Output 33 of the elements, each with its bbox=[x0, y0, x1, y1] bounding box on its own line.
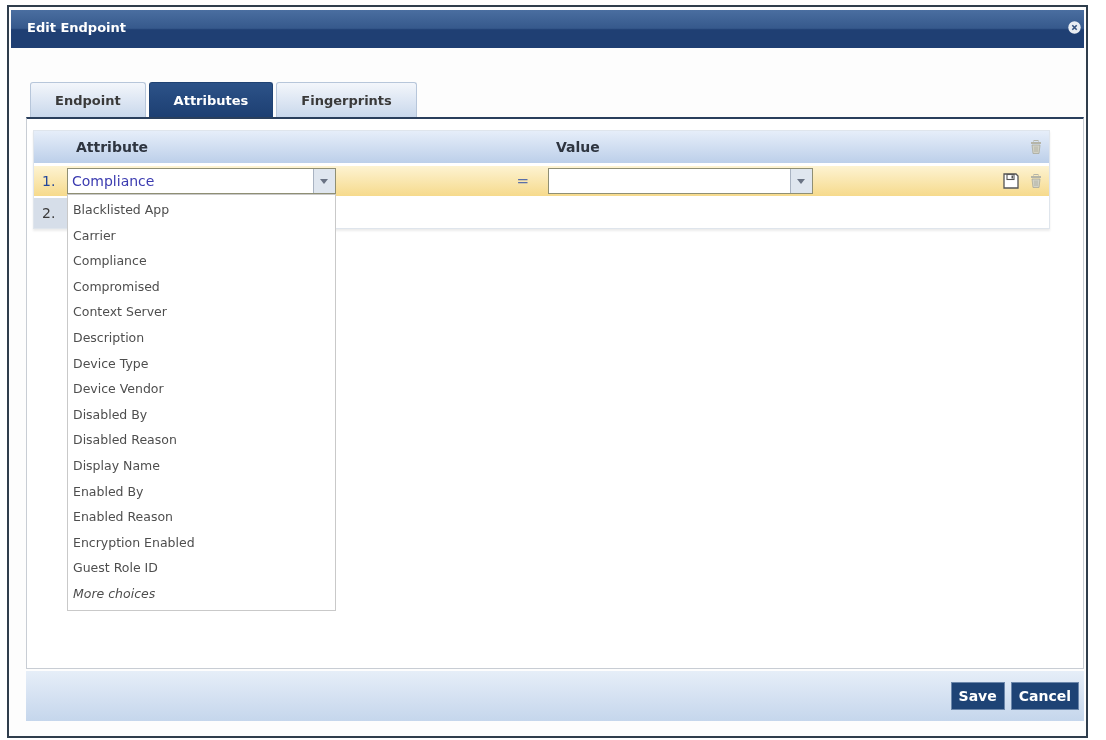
dropdown-option[interactable]: Compliance bbox=[68, 248, 335, 274]
tab[interactable]: Attributes bbox=[148, 82, 274, 117]
row-number: 2. bbox=[34, 198, 67, 228]
dropdown-option[interactable]: Guest Role ID bbox=[68, 555, 335, 581]
column-header: Attribute bbox=[75, 139, 150, 155]
more-choices-link[interactable]: More choices bbox=[68, 580, 335, 607]
tab[interactable]: Endpoint bbox=[30, 82, 146, 117]
tab[interactable]: Fingerprints bbox=[276, 82, 417, 117]
value-select[interactable] bbox=[548, 168, 813, 194]
dropdown-option[interactable]: Encryption Enabled bbox=[68, 529, 335, 556]
dropdown-option[interactable]: Enabled Reason bbox=[68, 504, 335, 530]
trash-icon[interactable] bbox=[1030, 140, 1042, 154]
dropdown-option[interactable]: Device Type bbox=[68, 350, 335, 377]
caret-icon bbox=[790, 169, 812, 193]
trash-icon[interactable] bbox=[1030, 174, 1042, 188]
operator: = bbox=[516, 172, 529, 190]
dropdown-option[interactable]: Compromised bbox=[68, 273, 335, 300]
dropdown-option[interactable]: Blacklisted App bbox=[68, 197, 335, 223]
caret-icon bbox=[313, 169, 335, 193]
column-header: Value bbox=[555, 139, 601, 155]
dropdown-option[interactable]: Disabled By bbox=[68, 401, 335, 428]
dropdown-option[interactable]: Display Name bbox=[68, 452, 335, 479]
dropdown-option[interactable]: Enabled By bbox=[68, 478, 335, 505]
attribute-select[interactable]: Compliance bbox=[67, 168, 336, 194]
row-number: 1. bbox=[41, 172, 57, 191]
window-title: Edit Endpoint bbox=[27, 19, 126, 35]
close-icon[interactable] bbox=[1068, 20, 1081, 34]
save-button[interactable]: Save bbox=[950, 682, 1005, 710]
dropdown-option[interactable]: Description bbox=[68, 324, 335, 351]
dropdown-option[interactable]: Device Vendor bbox=[68, 376, 335, 402]
dropdown-option[interactable]: Context Server bbox=[68, 299, 335, 325]
cancel-button[interactable]: Cancel bbox=[1010, 682, 1079, 710]
dropdown-option[interactable]: Disabled Reason bbox=[68, 427, 335, 453]
